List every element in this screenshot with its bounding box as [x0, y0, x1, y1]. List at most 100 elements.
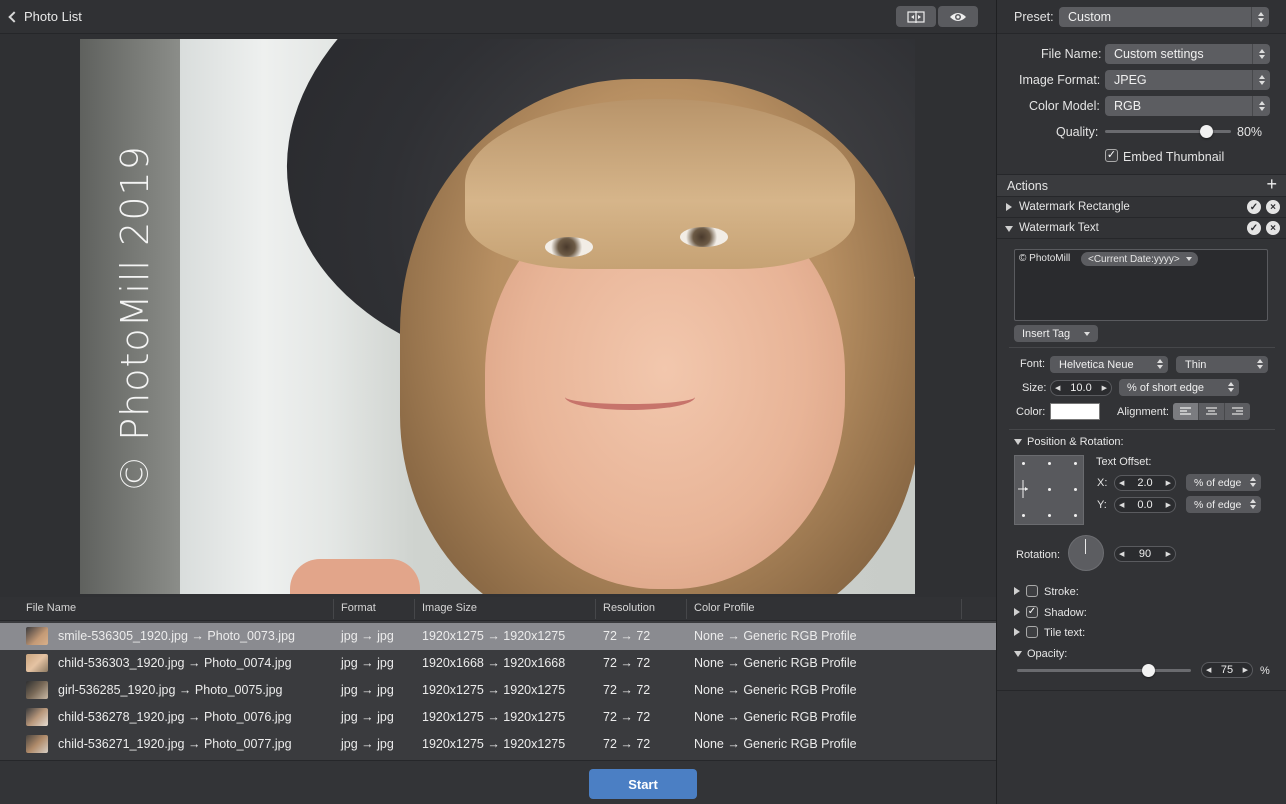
remove-icon[interactable]: ×	[1266, 200, 1280, 214]
x-offset-stepper[interactable]: ◀ 2.0 ▶	[1114, 475, 1176, 491]
opacity-slider[interactable]	[1017, 669, 1191, 672]
tile-text-checkbox[interactable]	[1026, 626, 1038, 638]
table-row[interactable]: child-536303_1920.jpg → Photo_0074.jpg j…	[0, 650, 996, 677]
updown-arrows-icon	[1252, 44, 1270, 64]
col-image-size[interactable]: Image Size	[422, 602, 477, 614]
image-format-select[interactable]: JPEG	[1105, 70, 1270, 90]
decrement-icon[interactable]: ◀	[1119, 550, 1124, 558]
enable-check-icon[interactable]: ✓	[1247, 221, 1261, 235]
color-model-select[interactable]: RGB	[1105, 96, 1270, 116]
align-right-icon	[1232, 407, 1243, 415]
preset-select[interactable]: Custom	[1059, 7, 1269, 27]
preview-toggle-button[interactable]	[938, 6, 978, 27]
disclosure-down-icon[interactable]	[1005, 226, 1013, 232]
quality-value: 80%	[1237, 125, 1263, 139]
font-weight-select[interactable]: Thin	[1176, 356, 1268, 373]
shadow-checkbox[interactable]: ✓	[1026, 606, 1038, 618]
table-row[interactable]: child-536278_1920.jpg → Photo_0076.jpg j…	[0, 704, 996, 731]
size-value: 10.0	[1070, 382, 1092, 394]
decrement-icon[interactable]: ◀	[1206, 666, 1211, 674]
rotation-dial[interactable]	[1068, 535, 1104, 571]
increment-icon[interactable]: ▶	[1243, 666, 1248, 674]
updown-arrows-icon	[1252, 96, 1270, 116]
cell-color-profile: None → Generic RGB Profile	[694, 656, 857, 670]
increment-icon[interactable]: ▶	[1166, 501, 1171, 509]
anchor-dot[interactable]	[1022, 514, 1025, 517]
anchor-dot[interactable]	[1048, 488, 1051, 491]
anchor-dot[interactable]	[1022, 462, 1025, 465]
col-color-profile[interactable]: Color Profile	[694, 602, 755, 614]
color-well[interactable]	[1050, 403, 1100, 420]
rotation-stepper[interactable]: ◀ 90 ▶	[1114, 546, 1176, 562]
actions-header: Actions +	[997, 174, 1286, 197]
decrement-icon[interactable]: ◀	[1055, 384, 1060, 392]
photo-list-back-button[interactable]: Photo List	[8, 9, 82, 24]
top-toolbar: Photo List	[0, 0, 996, 34]
photo-mouth	[565, 384, 695, 410]
decrement-icon[interactable]: ◀	[1119, 479, 1124, 487]
compare-icon	[907, 10, 925, 23]
main-area: Photo List © PhotoMill 2019 File Name Fo…	[0, 0, 996, 804]
disclosure-right-icon[interactable]	[1014, 608, 1020, 616]
watermark-text-field[interactable]: © PhotoMill <Current Date:yyyy>	[1014, 249, 1268, 321]
y-offset-stepper[interactable]: ◀ 0.0 ▶	[1114, 497, 1176, 513]
anchor-dot[interactable]	[1074, 462, 1077, 465]
decrement-icon[interactable]: ◀	[1119, 501, 1124, 509]
start-button[interactable]: Start	[589, 769, 697, 799]
quality-slider-knob[interactable]	[1199, 125, 1213, 138]
disclosure-down-icon[interactable]	[1014, 651, 1022, 657]
watermark-text: © PhotoMill 2019	[113, 145, 158, 493]
align-right-button[interactable]	[1224, 403, 1250, 420]
table-row[interactable]: girl-536285_1920.jpg → Photo_0075.jpg jp…	[0, 677, 996, 704]
cell-image-size: 1920x1275 → 1920x1275	[422, 683, 566, 697]
embed-thumbnail-checkbox[interactable]: ✓	[1105, 149, 1118, 162]
disclosure-right-icon[interactable]	[1014, 628, 1020, 636]
anchor-dot[interactable]	[1074, 488, 1077, 491]
increment-icon[interactable]: ▶	[1102, 384, 1107, 392]
size-unit-value: % of short edge	[1127, 381, 1205, 394]
align-center-icon	[1206, 407, 1217, 415]
col-format[interactable]: Format	[341, 602, 376, 614]
align-center-button[interactable]	[1198, 403, 1224, 420]
add-action-icon[interactable]: +	[1266, 174, 1277, 195]
action-row-watermark-text[interactable]: Watermark Text ✓ ×	[997, 218, 1286, 239]
increment-icon[interactable]: ▶	[1166, 479, 1171, 487]
disclosure-right-icon[interactable]	[1006, 203, 1012, 211]
disclosure-right-icon[interactable]	[1014, 587, 1020, 595]
compare-view-button[interactable]	[896, 6, 936, 27]
anchor-grid[interactable]	[1014, 455, 1084, 525]
opacity-value: 75	[1220, 664, 1234, 676]
align-left-button[interactable]	[1173, 403, 1198, 420]
date-tag-token[interactable]: <Current Date:yyyy>	[1081, 252, 1198, 266]
increment-icon[interactable]: ▶	[1166, 550, 1171, 558]
updown-arrows-icon	[1252, 70, 1270, 90]
insert-tag-button[interactable]: Insert Tag	[1014, 325, 1098, 342]
disclosure-down-icon[interactable]	[1014, 439, 1022, 445]
y-unit-select[interactable]: % of edge	[1186, 496, 1261, 513]
table-row[interactable]: child-536271_1920.jpg → Photo_0077.jpg j…	[0, 731, 996, 758]
opacity-slider-knob[interactable]	[1141, 664, 1155, 677]
anchor-dot[interactable]	[1048, 514, 1051, 517]
cell-format: jpg → jpg	[341, 683, 394, 697]
y-offset-value: 0.0	[1137, 499, 1153, 511]
x-unit-select[interactable]: % of edge	[1186, 474, 1261, 491]
col-file-name[interactable]: File Name	[26, 602, 76, 614]
file-name-select[interactable]: Custom settings	[1105, 44, 1270, 64]
anchor-dot[interactable]	[1074, 514, 1077, 517]
remove-icon[interactable]: ×	[1266, 221, 1280, 235]
stroke-checkbox[interactable]	[1026, 585, 1038, 597]
action-row-watermark-rectangle[interactable]: Watermark Rectangle ✓ ×	[997, 197, 1286, 218]
anchor-selected-icon[interactable]	[1018, 480, 1030, 498]
divider	[1009, 429, 1275, 430]
size-stepper[interactable]: ◀ 10.0 ▶	[1050, 380, 1112, 396]
anchor-dot[interactable]	[1048, 462, 1051, 465]
enable-check-icon[interactable]: ✓	[1247, 200, 1261, 214]
size-unit-select[interactable]: % of short edge	[1119, 379, 1239, 396]
col-resolution[interactable]: Resolution	[603, 602, 655, 614]
file-name-value: Custom settings	[1114, 47, 1204, 61]
table-row[interactable]: smile-536305_1920.jpg → Photo_0073.jpg j…	[0, 623, 996, 650]
font-family-select[interactable]: Helvetica Neue	[1050, 356, 1168, 373]
action-label: Watermark Text	[1019, 222, 1099, 234]
cell-file-name: child-536278_1920.jpg → Photo_0076.jpg	[58, 710, 292, 724]
opacity-stepper[interactable]: ◀ 75 ▶	[1201, 662, 1253, 678]
